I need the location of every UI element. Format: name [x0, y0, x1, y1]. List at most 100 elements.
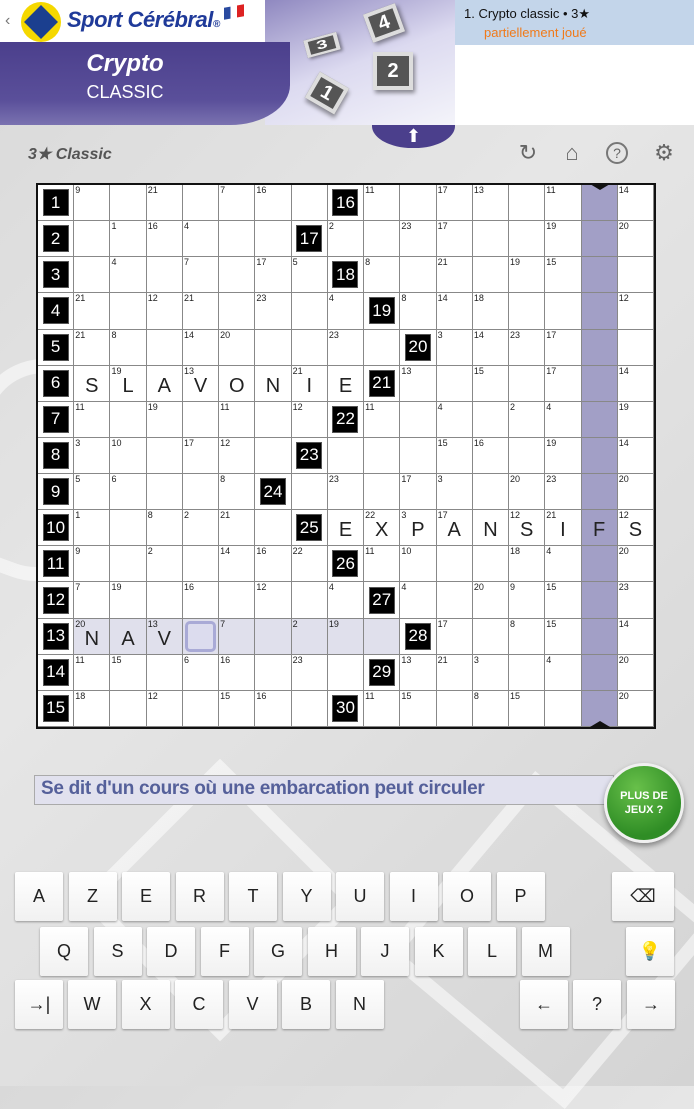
grid-cell[interactable]: 20 — [617, 654, 654, 691]
grid-cell[interactable]: 13 V — [146, 618, 183, 655]
grid-cell[interactable]: 23 — [545, 474, 582, 511]
grid-cell[interactable]: 12 — [146, 690, 183, 727]
grid-cell[interactable] — [436, 690, 473, 727]
grid-cell[interactable]: 17 — [436, 185, 473, 222]
grid-cell[interactable]: 16 — [255, 690, 292, 727]
grid-cell[interactable]: 4 — [110, 257, 147, 294]
key-q[interactable]: Q — [40, 927, 88, 976]
grid-cell[interactable]: O — [219, 365, 256, 402]
grid-cell[interactable] — [617, 329, 654, 366]
grid-cell[interactable] — [509, 185, 546, 222]
grid-cell[interactable] — [146, 474, 183, 511]
grid-cell[interactable] — [581, 183, 618, 222]
game-list-item[interactable]: 1. Crypto classic • 3★ partiellement jou… — [455, 0, 694, 45]
grid-cell[interactable] — [581, 365, 618, 402]
grid-cell[interactable]: 23 — [255, 293, 292, 330]
arrow-right-key[interactable]: → — [627, 980, 675, 1029]
grid-cell[interactable]: F — [581, 510, 618, 547]
grid-cell[interactable]: 9 — [74, 546, 111, 583]
grid-cell[interactable]: 4 — [327, 582, 365, 619]
grid-cell[interactable] — [219, 293, 256, 330]
grid-cell[interactable]: 4 — [327, 293, 365, 330]
grid-cell[interactable]: 20 — [509, 474, 546, 511]
grid-cell[interactable]: 19 — [509, 257, 546, 294]
grid-cell[interactable]: 10 — [110, 437, 147, 475]
grid-cell[interactable]: 14 — [182, 329, 220, 366]
grid-cell[interactable]: 11 — [364, 185, 401, 222]
selected-cell[interactable] — [182, 618, 220, 655]
grid-cell[interactable]: 19 — [545, 221, 582, 258]
grid-cell[interactable]: 3 — [436, 329, 473, 366]
grid-cell[interactable] — [509, 293, 546, 330]
grid-cell[interactable]: S — [74, 365, 111, 402]
settings-icon[interactable]: ⚙ — [651, 140, 677, 166]
grid-cell[interactable]: 2 — [291, 618, 328, 655]
grid-cell[interactable]: 5 — [74, 474, 111, 511]
grid-cell[interactable] — [146, 257, 183, 294]
grid-cell[interactable]: A — [146, 365, 183, 402]
grid-cell[interactable] — [581, 474, 618, 511]
key-v[interactable]: V — [228, 980, 277, 1029]
grid-cell[interactable] — [146, 329, 183, 366]
grid-cell[interactable]: 11 — [219, 401, 256, 438]
grid-cell[interactable]: 4 — [436, 401, 473, 438]
key-s[interactable]: S — [93, 927, 142, 976]
key-c[interactable]: C — [175, 980, 223, 1029]
grid-cell[interactable]: 21 I — [545, 510, 582, 547]
grid-cell[interactable]: 20 — [617, 474, 654, 511]
key-u[interactable]: U — [336, 872, 384, 921]
key-d[interactable]: D — [147, 927, 195, 976]
grid-cell[interactable]: 23 — [400, 221, 437, 258]
grid-cell[interactable]: 21 — [74, 329, 111, 366]
grid-cell[interactable] — [472, 618, 510, 655]
grid-cell[interactable] — [364, 221, 401, 258]
grid-cell[interactable] — [219, 221, 256, 258]
grid-cell[interactable]: 14 — [219, 546, 256, 583]
grid-cell[interactable]: 8 — [400, 293, 437, 330]
grid-cell[interactable]: 15 — [219, 690, 256, 727]
grid-cell[interactable] — [110, 510, 147, 547]
grid-cell[interactable]: 4 — [545, 546, 582, 583]
grid-cell[interactable] — [545, 293, 582, 330]
grid-cell[interactable]: 4 — [182, 221, 220, 258]
clue-help-key[interactable]: ? — [573, 980, 621, 1029]
grid-cell[interactable]: 17 — [255, 257, 292, 294]
grid-cell[interactable] — [509, 365, 546, 402]
grid-cell[interactable]: 19 — [617, 401, 654, 438]
grid-cell[interactable] — [255, 510, 292, 547]
next-word-key[interactable]: →| — [15, 980, 63, 1029]
grid-cell[interactable]: 5 — [291, 257, 328, 294]
grid-cell[interactable]: 7 — [219, 618, 256, 655]
grid-cell[interactable] — [255, 221, 292, 258]
grid-cell[interactable]: 8 — [110, 329, 147, 366]
grid-cell[interactable] — [255, 654, 292, 691]
grid-cell[interactable]: 20 — [219, 329, 256, 366]
grid-cell[interactable]: 14 — [617, 365, 654, 402]
grid-cell[interactable]: 21 I — [291, 365, 328, 402]
grid-cell[interactable]: 8 — [509, 618, 546, 655]
grid-cell[interactable] — [219, 582, 256, 619]
grid-cell[interactable]: 1 — [110, 221, 147, 258]
grid-cell[interactable]: 11 — [364, 690, 401, 727]
key-l[interactable]: L — [468, 927, 516, 976]
grid-cell[interactable]: 23 — [327, 329, 365, 366]
grid-cell[interactable]: 14 — [617, 185, 654, 222]
grid-cell[interactable]: 21 — [436, 654, 473, 691]
grid-cell[interactable] — [364, 437, 401, 475]
collapse-header-button[interactable]: ⬆ — [372, 125, 455, 148]
key-a[interactable]: A — [15, 872, 63, 921]
key-z[interactable]: Z — [68, 872, 117, 921]
grid-cell[interactable]: 3 — [436, 474, 473, 511]
grid-cell[interactable] — [182, 401, 220, 438]
grid-cell[interactable] — [436, 365, 473, 402]
grid-cell[interactable] — [110, 293, 147, 330]
grid-cell[interactable]: 16 — [146, 221, 183, 258]
refresh-icon[interactable]: ↻ — [515, 140, 541, 166]
grid-cell[interactable] — [509, 221, 546, 258]
grid-cell[interactable] — [581, 401, 618, 438]
grid-cell[interactable] — [291, 293, 328, 330]
grid-cell[interactable]: 18 — [509, 546, 546, 583]
grid-cell[interactable]: 12 — [617, 293, 654, 330]
grid-cell[interactable]: 12 — [255, 582, 292, 619]
grid-cell[interactable]: 17 — [400, 474, 437, 511]
